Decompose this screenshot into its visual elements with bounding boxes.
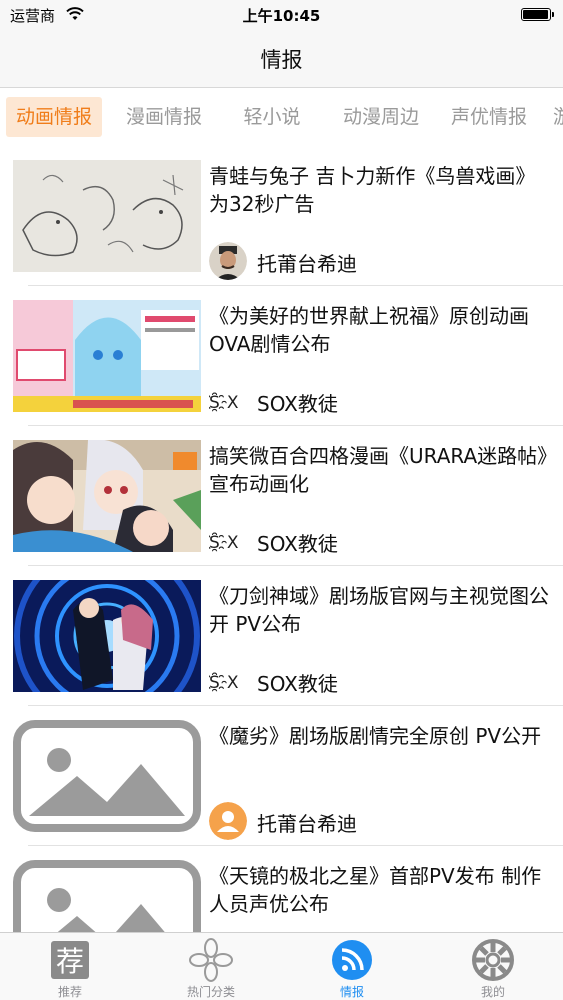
author-name: SOX教徒: [257, 392, 338, 416]
svg-text:S҈X: S҈X: [209, 532, 239, 553]
article-item[interactable]: 搞笑微百合四格漫画《URARA迷路帖》宣布动画化 S҈X SOX教徒: [0, 426, 563, 566]
sox-logo-icon: S҈X: [209, 672, 239, 693]
tab-light-novel[interactable]: 轻小说: [228, 97, 316, 137]
article-item[interactable]: 《为美好的世界献上祝福》原创动画OVA剧情公布 S҈X SOX教徒: [0, 286, 563, 426]
tabbar-label: 我的: [480, 985, 505, 999]
tabbar-hot-categories[interactable]: 热门分类: [141, 933, 281, 1000]
anime-girls-thumbnail: [13, 440, 201, 552]
page-title: 情报: [260, 48, 303, 72]
sox-logo-icon: S҈X: [209, 532, 239, 553]
sox-logo-icon: S҈X: [209, 392, 239, 413]
tab-anime-news[interactable]: 动画情报: [6, 97, 102, 137]
author-name: 托莆台希迪: [257, 252, 357, 276]
rss-feed-icon: [332, 940, 372, 980]
navigation-bar: 情报: [0, 30, 563, 88]
article-title: 搞笑微百合四格漫画《URARA迷路帖》宣布动画化: [209, 444, 548, 496]
article-title: 青蛙与兔子 吉卜力新作《鸟兽戏画》为32秒广告: [209, 164, 536, 216]
article-title: 《刀剑神域》剧场版官网与主视觉图公开 PV公布: [209, 584, 549, 636]
svg-text:S҈X: S҈X: [209, 392, 239, 413]
article-title: 《天镜的极北之星》首部PV发布 制作人员声优公布: [209, 864, 542, 916]
svg-text:S҈X: S҈X: [209, 672, 239, 693]
author-name: SOX教徒: [257, 532, 338, 556]
tabbar-mine[interactable]: 我的: [423, 933, 563, 1000]
tab-games[interactable]: 游: [553, 97, 563, 137]
tabbar-recommend[interactable]: 荐 推荐: [0, 933, 140, 1000]
clover-icon: [189, 938, 233, 982]
tabbar-label: 热门分类: [186, 985, 235, 999]
user-photo-avatar: [209, 242, 247, 280]
ink-drawing-thumbnail: [13, 160, 201, 272]
tabbar-label: 推荐: [57, 985, 82, 999]
article-title: 《为美好的世界献上祝福》原创动画OVA剧情公布: [209, 304, 529, 356]
clock: 上午10:45: [242, 7, 321, 25]
battery-icon: [521, 8, 554, 21]
article-title: 《魔劣》剧场版剧情完全原创 PV公开: [209, 724, 542, 748]
category-tabs: 动画情报 漫画情报 轻小说 动漫周边 声优情报 游: [0, 89, 563, 145]
tab-merchandise[interactable]: 动漫周边: [333, 97, 429, 137]
image-placeholder-icon: [13, 720, 201, 832]
tabbar-news[interactable]: 情报: [282, 933, 422, 1000]
tab-voice-actor-news[interactable]: 声优情报: [441, 97, 537, 137]
article-item[interactable]: 《刀剑神域》剧场版官网与主视觉图公开 PV公布 S҈X SOX教徒: [0, 566, 563, 706]
anime-key-visual-thumbnail: [13, 580, 201, 692]
anime-poster-thumbnail: [13, 300, 201, 412]
author-name: 托莆台希迪: [257, 812, 357, 836]
bottom-tab-bar: 荐 推荐 热门分类 情报 我的: [0, 932, 563, 1000]
svg-text:荐: 荐: [56, 945, 84, 978]
wheel-icon: [472, 939, 514, 981]
article-item[interactable]: 《魔劣》剧场版剧情完全原创 PV公开 托莆台希迪: [0, 706, 563, 846]
recommend-icon: 荐: [51, 941, 89, 979]
article-item[interactable]: 青蛙与兔子 吉卜力新作《鸟兽戏画》为32秒广告 托莆台希迪: [0, 146, 563, 286]
author-name: SOX教徒: [257, 672, 338, 696]
default-user-avatar: [209, 802, 247, 840]
tabbar-label: 情报: [339, 985, 364, 999]
tab-manga-news[interactable]: 漫画情报: [116, 97, 212, 137]
status-bar: 运营商 上午10:45: [0, 0, 563, 30]
